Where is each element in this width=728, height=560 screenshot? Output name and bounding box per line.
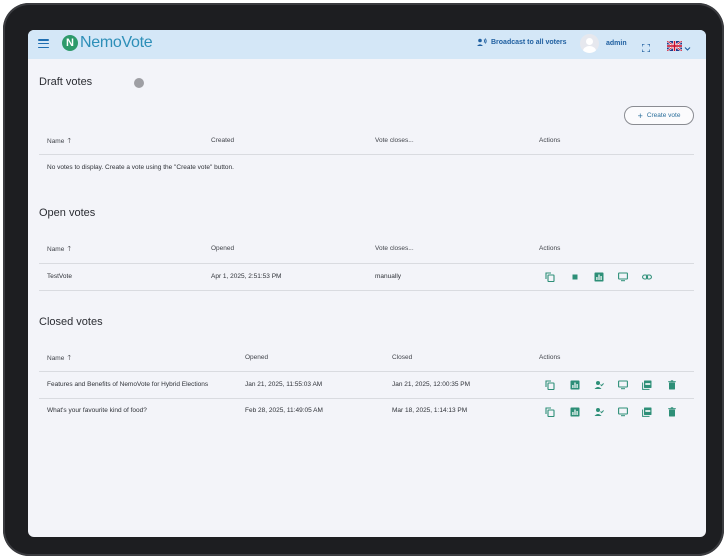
plus-icon: +: [637, 110, 643, 121]
closed-row-opened: Jan 21, 2025, 11:55:03 AM: [245, 381, 323, 388]
sort-arrow-up-icon: 🡑: [67, 246, 71, 253]
sort-arrow-up-icon: 🡑: [67, 355, 71, 362]
draft-votes-title: Draft votes: [39, 76, 93, 88]
divider: [39, 398, 694, 399]
results-chart-icon[interactable]: [594, 272, 604, 282]
closed-row-closed: Jan 21, 2025, 12:00:35 PM: [392, 381, 471, 388]
tablet-frame: N NemoVote Broadcast to all voters admin: [3, 3, 724, 556]
closed-row-closed: Mar 18, 2025, 1:14:13 PM: [392, 407, 468, 414]
open-row-name: TestVote: [47, 273, 72, 280]
create-vote-button[interactable]: + Create vote: [624, 106, 694, 125]
app-screen: N NemoVote Broadcast to all voters admin: [28, 30, 706, 537]
broadcast-button[interactable]: Broadcast to all voters: [477, 38, 566, 47]
open-col-opened: Opened: [211, 245, 235, 252]
broadcast-icon: [477, 38, 487, 46]
fullscreen-icon[interactable]: [641, 39, 651, 53]
monitor-icon[interactable]: [618, 380, 628, 390]
top-bar: N NemoVote Broadcast to all voters admin: [28, 30, 706, 59]
divider: [39, 154, 694, 155]
delete-icon[interactable]: [667, 407, 677, 417]
closed-row-name: What's your favourite kind of food?: [47, 407, 147, 414]
open-row-opened: Apr 1, 2025, 2:51:53 PM: [211, 273, 282, 280]
closed-col-opened: Opened: [245, 354, 269, 361]
open-votes-title: Open votes: [39, 207, 96, 219]
avatar[interactable]: [580, 34, 599, 53]
closed-col-closed: Closed: [392, 354, 413, 361]
closed-row-opened: Feb 28, 2025, 11:49:05 AM: [245, 407, 323, 414]
monitor-icon[interactable]: [618, 407, 628, 417]
language-flag-icon[interactable]: [666, 38, 683, 52]
pdf-icon[interactable]: [642, 380, 652, 390]
draft-col-created: Created: [211, 137, 235, 144]
copy-icon[interactable]: [545, 380, 555, 390]
chevron-down-icon[interactable]: [684, 39, 691, 51]
closed-row-name: Features and Benefits of NemoVote for Hy…: [47, 381, 209, 388]
logo-text: NemoVote: [80, 34, 153, 51]
open-row-closes: manually: [375, 273, 402, 280]
open-col-actions: Actions: [539, 245, 561, 252]
results-chart-icon[interactable]: [570, 407, 580, 417]
open-col-name[interactable]: Name 🡑: [47, 245, 71, 256]
closed-col-name[interactable]: Name 🡑: [47, 354, 71, 365]
copy-icon[interactable]: [545, 272, 555, 282]
divider: [39, 290, 694, 291]
results-chart-icon[interactable]: [570, 380, 580, 390]
closed-votes-title: Closed votes: [39, 316, 103, 328]
user-name[interactable]: admin: [606, 40, 627, 47]
draft-col-closes: Vote closes...: [375, 137, 414, 144]
empty-message: No votes to display. Create a vote using…: [47, 164, 234, 171]
draft-col-name[interactable]: Name 🡑: [47, 137, 71, 148]
menu-icon[interactable]: [38, 39, 49, 49]
monitor-icon[interactable]: [618, 272, 628, 282]
create-vote-label: Create vote: [646, 112, 681, 119]
voter-check-icon[interactable]: [594, 407, 604, 417]
closed-col-actions: Actions: [539, 354, 561, 361]
stop-icon[interactable]: [570, 272, 580, 282]
voter-check-icon[interactable]: [594, 380, 604, 390]
logo-mark: N: [62, 35, 78, 51]
delete-icon[interactable]: [667, 380, 677, 390]
link-icon[interactable]: [642, 272, 652, 282]
broadcast-label: Broadcast to all voters: [491, 39, 567, 46]
divider: [39, 371, 694, 372]
divider: [39, 263, 694, 264]
status-indicator: [134, 78, 144, 88]
sort-arrow-up-icon: 🡑: [67, 138, 71, 145]
open-col-closes: Vote closes...: [375, 245, 414, 252]
copy-icon[interactable]: [545, 407, 555, 417]
draft-col-actions: Actions: [539, 137, 561, 144]
logo[interactable]: N NemoVote: [62, 34, 153, 52]
pdf-icon[interactable]: [642, 407, 652, 417]
